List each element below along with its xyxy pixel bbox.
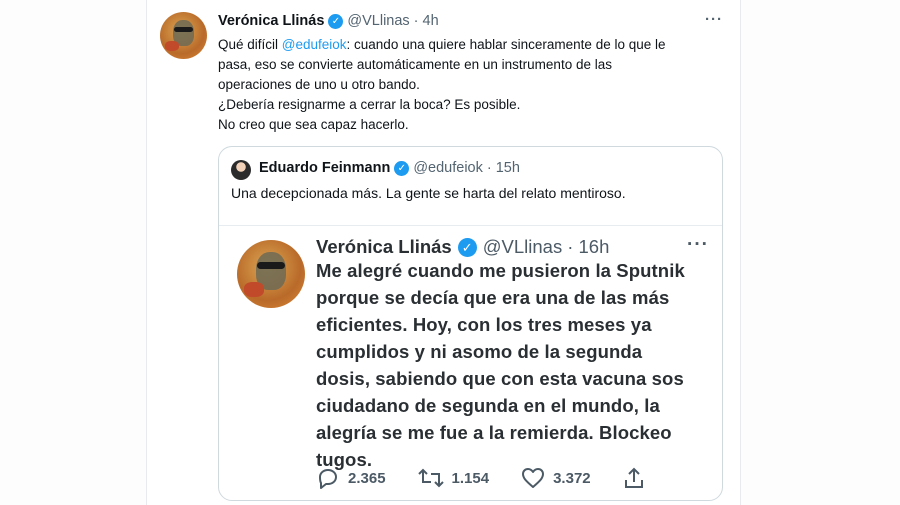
quoted-tweet-text: Una decepcionada más. La gente se harta …: [231, 185, 626, 201]
avatar-hand: [243, 282, 265, 298]
embedded-author-name: Verónica Llinás: [316, 236, 452, 257]
tweet-text-segment: Qué difícil: [218, 37, 282, 52]
embedded-tweet-image[interactable]: Verónica Llinás ✓ @VLlinas · 16h ··· Me …: [219, 225, 722, 501]
embedded-line: Me alegré cuando me pusieron la Sputnik: [316, 260, 685, 281]
embedded-action-bar: 2.365 1.154 3.372: [316, 467, 685, 489]
author-avatar[interactable]: [160, 12, 207, 59]
retweet-action: 1.154: [417, 467, 490, 489]
retweet-icon: [417, 468, 444, 488]
reply-action: 2.365: [316, 467, 386, 489]
retweet-count: 1.154: [451, 469, 490, 487]
embedded-tweet-time: · 16h: [567, 236, 610, 257]
share-action: [623, 467, 653, 489]
verified-badge-icon: ✓: [394, 160, 410, 176]
tweet-line: No creo que sea capaz hacerlo.: [218, 117, 409, 132]
tweet-body: Qué difícil @edufeiok: cuando una quiere…: [218, 35, 718, 135]
embedded-tweet-header: Verónica Llinás ✓ @VLlinas · 16h: [316, 236, 609, 258]
avatar-glasses: [174, 27, 193, 32]
reply-count: 2.365: [348, 469, 386, 487]
quoted-author-avatar: [231, 160, 251, 180]
tweet-line: operaciones de uno u otro bando.: [218, 77, 420, 92]
avatar-glasses: [257, 261, 285, 269]
author-name[interactable]: Verónica Llinás: [218, 13, 324, 29]
embedded-author-avatar: [237, 240, 305, 308]
tweet-line: ¿Debería resignarme a cerrar la boca? Es…: [218, 97, 521, 112]
quoted-tweet-card[interactable]: Eduardo Feinmann ✓ @edufeiok · 15h Una d…: [218, 146, 723, 501]
avatar-hand: [164, 41, 179, 52]
mention-link[interactable]: @edufeiok: [282, 37, 347, 52]
embedded-line: eficientes. Hoy, con los tres meses ya: [316, 314, 652, 335]
quoted-tweet-time: · 15h: [486, 160, 520, 176]
quoted-author-name: Eduardo Feinmann: [259, 160, 391, 176]
more-options-icon[interactable]: ···: [705, 11, 723, 28]
share-icon: [624, 467, 643, 488]
more-options-icon: ···: [687, 234, 709, 255]
embedded-line: porque se decía que era una de las más: [316, 287, 670, 308]
tweet-line: Qué difícil @edufeiok: cuando una quiere…: [218, 35, 718, 55]
author-handle[interactable]: @VLlinas: [347, 13, 409, 29]
embedded-line: cumplidos y ni asomo de la segunda: [316, 341, 643, 362]
embedded-line: ciudadano de segunda en el mundo, la: [316, 395, 660, 416]
embedded-author-handle: @VLlinas: [482, 236, 563, 257]
like-action: 3.372: [521, 467, 591, 489]
heart-icon: [522, 468, 545, 488]
tweet-time[interactable]: · 4h: [414, 13, 439, 29]
tweet-line: pasa, eso se convierte automáticamente e…: [218, 57, 612, 72]
embedded-line: alegría se me fue a la remierda. Blockeo: [316, 422, 672, 443]
tweet-header: Verónica Llinás ✓ @VLlinas · 4h: [218, 13, 439, 29]
embedded-tweet-body: Me alegré cuando me pusieron la Sputnik …: [316, 257, 706, 473]
verified-badge-icon: ✓: [328, 13, 344, 29]
like-count: 3.372: [553, 469, 591, 487]
verified-badge-icon: ✓: [457, 237, 477, 257]
quoted-author-handle: @edufeiok: [413, 160, 483, 176]
embedded-line: dosis, sabiendo que con esta vacuna sos: [316, 368, 684, 389]
reply-icon: [319, 469, 337, 489]
quoted-tweet-header: Eduardo Feinmann ✓ @edufeiok · 15h: [259, 160, 520, 176]
tweet-text-segment: : cuando una quiere hablar sinceramente …: [346, 37, 666, 52]
